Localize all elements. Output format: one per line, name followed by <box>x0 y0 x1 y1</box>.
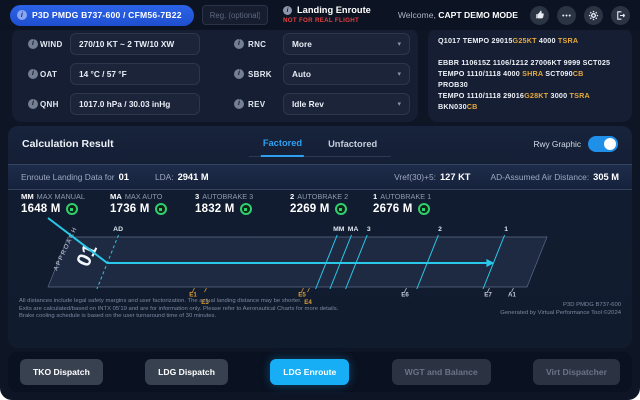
lda-value: LDA:2941 M <box>155 172 209 182</box>
select-sbrk[interactable]: Auto▾ <box>283 63 410 85</box>
field-label-rnc: RNC <box>248 40 266 49</box>
summary-title: Enroute Landing Data for01 <box>21 172 129 182</box>
weather-panel[interactable]: Q1017 TEMPO 29015G25KT 4000 TSRA EBBR 11… <box>428 28 632 122</box>
not-for-real-flight-warning: NOT FOR REAL FLIGHT <box>283 17 371 24</box>
rwy-graphic-label: Rwy Graphic <box>534 139 582 149</box>
weather-line: TEMPO 1110/1118 4000 SHRA SCT090CB <box>438 68 622 79</box>
footer-tko-dispatch[interactable]: TKO Dispatch <box>20 359 103 385</box>
result-tabs: Factored Unfactored <box>249 128 391 157</box>
footer-ldg-dispatch[interactable]: LDG Dispatch <box>145 359 228 385</box>
form-row-rev: i REV Idle Rev▾ <box>12 93 418 115</box>
disclaimer-text: All distances include legal safety margi… <box>19 298 338 321</box>
field-label-rev: REV <box>248 100 265 109</box>
result-1-autobrake-1: 1AUTOBRAKE 12676 M <box>373 192 431 215</box>
rwy-graphic-toggle-group: Rwy Graphic <box>534 136 619 152</box>
summary-bar: Enroute Landing Data for01 LDA:2941 M Vr… <box>8 164 632 190</box>
footer-nav: TKO Dispatch LDG Dispatch LDG Enroute WGT a… <box>8 352 632 392</box>
aircraft-selector-pill[interactable]: i P3D PMDG B737-600 / CFM56-7B22 <box>10 5 194 26</box>
result-3-autobrake-3: 3AUTOBRAKE 31832 M <box>195 192 253 215</box>
weather-line <box>438 46 622 57</box>
ellipsis-icon <box>561 10 572 21</box>
svg-text:MM: MM <box>333 226 345 233</box>
info-icon[interactable]: i <box>234 99 244 109</box>
info-icon[interactable]: i <box>234 69 244 79</box>
select-rnc[interactable]: More▾ <box>283 33 410 55</box>
weather-line: Q1017 TEMPO 29015G25KT 4000 TSRA <box>438 35 622 46</box>
svg-text:1: 1 <box>504 226 508 233</box>
info-icon: i <box>283 6 292 15</box>
mode-block: i Landing Enroute NOT FOR REAL FLIGHT <box>283 5 371 24</box>
select-rev[interactable]: Idle Rev▾ <box>283 93 410 115</box>
result-mm-max-manual: MMMAX MANUAL1648 M <box>21 192 85 215</box>
toggle-knob <box>604 138 616 150</box>
calculation-result-card: Calculation Result Factored Unfactored R… <box>8 126 632 348</box>
app-window: i P3D PMDG B737-600 / CFM56-7B22 i Landi… <box>0 0 640 400</box>
vref-value: Vref(30)+5:127 KT <box>394 172 470 182</box>
aircraft-name: P3D PMDG B737-600 / CFM56-7B22 <box>32 10 182 20</box>
weather-line: TEMPO 1110/1118 29016G28KT 3000 TSRA <box>438 90 622 101</box>
svg-text:3: 3 <box>367 226 371 233</box>
weather-line: PROB30 <box>438 79 622 90</box>
footer-virt-dispatcher[interactable]: Virt Dispatcher <box>533 359 620 385</box>
result-2-autobrake-2: 2AUTOBRAKE 22269 M <box>290 192 348 215</box>
top-bar: i P3D PMDG B737-600 / CFM56-7B22 i Landi… <box>0 0 640 30</box>
footer-wgt-and-balance[interactable]: WGT and Balance <box>392 359 491 385</box>
weather-line: EBBR 110615Z 1106/1212 27006KT 9999 SCT0… <box>438 57 622 68</box>
result-ma-max-auto: MAMAX AUTO1736 M <box>110 192 167 215</box>
svg-text:AD: AD <box>113 226 123 233</box>
logout-icon <box>615 10 626 21</box>
mode-title: i Landing Enroute <box>283 5 371 15</box>
info-icon[interactable]: i <box>234 39 244 49</box>
tab-factored[interactable]: Factored <box>261 128 304 157</box>
logout-button[interactable] <box>611 6 630 25</box>
form-row-sbrk: i SBRK Auto▾ <box>12 63 418 85</box>
like-button[interactable] <box>530 6 549 25</box>
form-card: iWIND270/10 KT ~ 2 TW/10 XWiOAT14 °C / 5… <box>12 28 418 122</box>
gear-icon <box>588 10 599 21</box>
info-icon: i <box>17 10 27 20</box>
section-title: Calculation Result <box>22 138 114 150</box>
thumbs-up-icon <box>535 10 545 20</box>
more-options-button[interactable] <box>557 6 576 25</box>
chevron-down-icon: ▾ <box>397 70 401 78</box>
generator-credit: P3D PMDG B737-600 Generated by Virtual P… <box>500 302 621 317</box>
chevron-down-icon: ▾ <box>397 100 401 108</box>
svg-text:2: 2 <box>438 226 442 233</box>
status-go-icon <box>155 203 167 215</box>
status-go-icon <box>418 203 430 215</box>
air-distance-value: AD-Assumed Air Distance:305 M <box>490 172 619 182</box>
weather-line: BKN030CB <box>438 101 622 112</box>
svg-text:A1: A1 <box>508 292 516 299</box>
form-row-rnc: i RNC More▾ <box>12 33 418 55</box>
field-label-sbrk: SBRK <box>248 70 272 79</box>
registration-input[interactable] <box>202 5 268 25</box>
tab-unfactored[interactable]: Unfactored <box>326 128 379 156</box>
svg-text:E7: E7 <box>484 292 492 299</box>
chevron-down-icon: ▾ <box>397 40 401 48</box>
svg-text:E6: E6 <box>401 292 409 299</box>
footer-ldg-enroute[interactable]: LDG Enroute <box>270 359 349 385</box>
rwy-graphic-toggle[interactable] <box>588 136 618 152</box>
status-go-icon <box>66 203 78 215</box>
welcome-text: Welcome, CAPT DEMO MODE <box>398 10 518 20</box>
settings-button[interactable] <box>584 6 603 25</box>
svg-text:MA: MA <box>348 226 359 233</box>
top-right-actions: Welcome, CAPT DEMO MODE <box>398 0 630 30</box>
status-go-icon <box>335 203 347 215</box>
status-go-icon <box>240 203 252 215</box>
